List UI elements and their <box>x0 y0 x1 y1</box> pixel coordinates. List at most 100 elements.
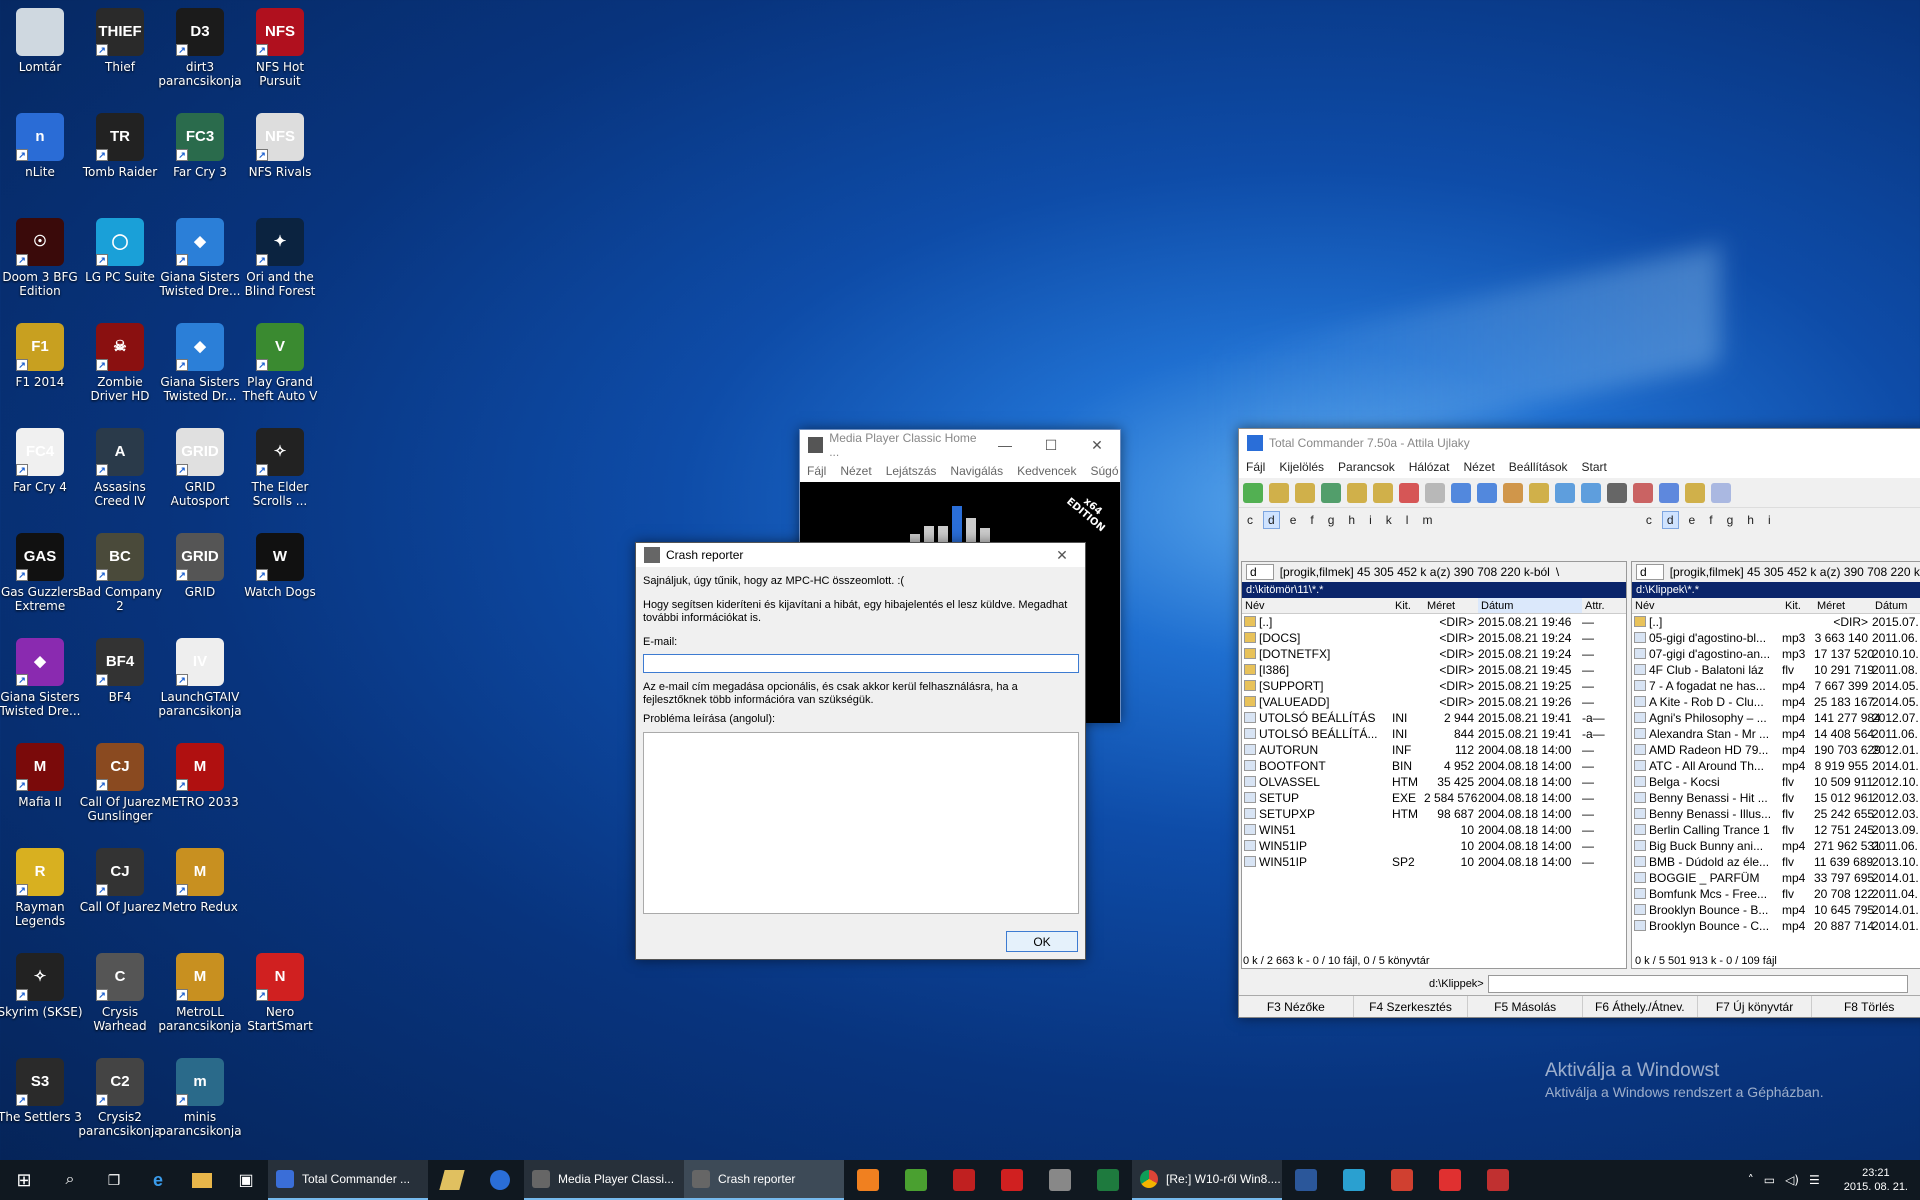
refresh-icon[interactable] <box>1330 1160 1378 1200</box>
toolbar-button-icon[interactable] <box>1295 482 1315 503</box>
explorer-icon[interactable] <box>180 1160 224 1200</box>
toolbar-button-icon[interactable] <box>1529 482 1549 503</box>
desktop-icon[interactable]: ✧ ↗ The Elder Scrolls ... <box>237 428 323 508</box>
start-button[interactable]: ⊞ <box>0 1160 48 1200</box>
desktop-icon[interactable]: NFS ↗ NFS Rivals <box>237 113 323 179</box>
pinned-app-icon[interactable] <box>428 1160 476 1200</box>
store-icon[interactable]: ▣ <box>224 1160 268 1200</box>
command-line-input[interactable] <box>1487 975 1908 993</box>
tc-titlebar[interactable]: Total Commander 7.50a - Attila Ujlaky <box>1239 429 1920 456</box>
chevron-up-icon[interactable]: ˄ <box>1748 1173 1754 1187</box>
file-row[interactable]: BMB - Dúdold az éle... flv 11 639 689 2013.… <box>1632 854 1920 870</box>
clock[interactable]: 23:21 2015. 08. 21. <box>1844 1166 1908 1194</box>
mpc-menu-item[interactable]: Navigálás <box>943 464 1010 478</box>
column-header[interactable]: Dátum <box>1478 598 1582 613</box>
drive-button-e[interactable]: e <box>1286 512 1301 528</box>
volume-icon[interactable]: ◁) <box>1785 1173 1799 1187</box>
file-row[interactable]: [..] <DIR> 2015.07. <box>1632 614 1920 630</box>
desktop-icon[interactable]: FC4 ↗ Far Cry 4 <box>0 428 83 494</box>
tc-menu-item[interactable]: Nézet <box>1456 460 1501 474</box>
file-row[interactable]: Belga - Kocsi flv 10 509 911 2012.10. <box>1632 774 1920 790</box>
taskbar-app-total-commander[interactable]: Total Commander ... <box>268 1160 428 1200</box>
close-icon[interactable]: ✕ <box>1074 437 1120 454</box>
file-row[interactable]: Benny Benassi - Illus... flv 25 242 655 201… <box>1632 806 1920 822</box>
function-key-button[interactable]: F7 Új könyvtár <box>1698 996 1813 1017</box>
file-row[interactable]: 4F Club - Balatoni láz flv 10 291 719 2011.… <box>1632 662 1920 678</box>
file-row[interactable]: [..] <DIR> 2015.08.21 19:46 — <box>1242 614 1626 630</box>
crash-reporter-dialog[interactable]: Crash reporter ✕ Sajnáljuk, úgy tűnik, h… <box>635 542 1086 960</box>
column-header[interactable]: Méret <box>1424 598 1478 613</box>
desktop-icon[interactable]: m ↗ minis parancsikonja <box>157 1058 243 1138</box>
drive-button-h[interactable]: h <box>1344 512 1359 528</box>
file-row[interactable]: Benny Benassi - Hit ... flv 15 012 961 2012… <box>1632 790 1920 806</box>
function-key-button[interactable]: F8 Törlés <box>1812 996 1920 1017</box>
aida64-icon[interactable] <box>940 1160 988 1200</box>
file-row[interactable]: 7 - A fogadat ne has... mp4 7 667 399 2014.… <box>1632 678 1920 694</box>
toolbar-button-icon[interactable] <box>1373 482 1393 503</box>
tc-menu-item[interactable]: Start <box>1575 460 1614 474</box>
file-row[interactable]: Agni's Philosophy – ... mp4 141 277 984 201… <box>1632 710 1920 726</box>
file-row[interactable]: 07-gigi d'agostino-an... mp3 17 137 520 201… <box>1632 646 1920 662</box>
desktop-icon[interactable]: R ↗ Rayman Legends <box>0 848 83 928</box>
toolbar-button-icon[interactable] <box>1633 482 1653 503</box>
file-row[interactable]: [I386] <DIR> 2015.08.21 19:45 — <box>1242 662 1626 678</box>
drive-button-h[interactable]: h <box>1743 512 1758 528</box>
toolbar-button-icon[interactable] <box>1243 482 1263 503</box>
drive-button-c[interactable]: c <box>1642 512 1656 528</box>
taskbar-app-mpc[interactable]: Media Player Classi... <box>524 1160 684 1200</box>
toolbar-button-icon[interactable] <box>1581 482 1601 503</box>
mpc-titlebar[interactable]: Media Player Classic Home ... — ☐ ✕ <box>800 430 1120 460</box>
drive-button-g[interactable]: g <box>1324 512 1339 528</box>
toolbar-button-icon[interactable] <box>1425 482 1445 503</box>
desktop-icon[interactable]: ✧ ↗ Skyrim (SKSE) <box>0 953 83 1019</box>
drive-button-i[interactable]: i <box>1764 512 1775 528</box>
download-icon[interactable] <box>1426 1160 1474 1200</box>
drive-button-i[interactable]: i <box>1365 512 1376 528</box>
column-header[interactable]: Név <box>1632 598 1782 613</box>
excel-icon[interactable] <box>1084 1160 1132 1200</box>
drive-button-d[interactable]: d <box>1661 511 1679 529</box>
toolbar-button-icon[interactable] <box>1269 482 1289 503</box>
desktop-icon[interactable]: GAS ↗ Gas Guzzlers Extreme <box>0 533 83 613</box>
desktop-icon[interactable]: ◯ ↗ LG PC Suite <box>77 218 163 284</box>
file-row[interactable]: UTOLSÓ BEÁLLÍTÁ... INI 844 2015.08.21 19:41… <box>1242 726 1626 742</box>
edge-icon[interactable]: e <box>136 1160 180 1200</box>
desktop-icon[interactable]: ◆ ↗ Giana Sisters Twisted Dre... <box>157 218 243 298</box>
problem-textarea[interactable] <box>643 732 1079 914</box>
maximize-icon[interactable]: ☐ <box>1028 437 1074 454</box>
desktop-icon[interactable]: A ↗ Assasins Creed IV <box>77 428 163 508</box>
taskbar-app-chrome[interactable]: [Re:] W10-ről Win8.... <box>1132 1160 1282 1200</box>
right-panel[interactable]: d [progik,filmek] 45 305 452 k a(z) 390 7… <box>1631 561 1920 969</box>
tc-menu-item[interactable]: Parancsok <box>1331 460 1402 474</box>
column-header[interactable]: Dátum <box>1872 598 1920 613</box>
desktop-icon[interactable]: F1 ↗ F1 2014 <box>0 323 83 389</box>
file-row[interactable]: Bomfunk Mcs - Free... flv 20 708 122 2011.0… <box>1632 886 1920 902</box>
file-row[interactable]: SETUP EXE 2 584 576 2004.08.18 14:00 — <box>1242 790 1626 806</box>
left-root-button[interactable]: \ <box>1556 565 1559 579</box>
file-row[interactable]: Berlin Calling Trance 1 flv 12 751 245 2013… <box>1632 822 1920 838</box>
left-panel[interactable]: d [progik,filmek] 45 305 452 k a(z) 390 7… <box>1241 561 1627 969</box>
mpc-menu-item[interactable]: Nézet <box>833 464 878 478</box>
desktop-icon[interactable]: FC3 ↗ Far Cry 3 <box>157 113 243 179</box>
left-drive-select[interactable]: d <box>1246 564 1274 580</box>
app-icon[interactable] <box>1474 1160 1522 1200</box>
crash-titlebar[interactable]: Crash reporter ✕ <box>636 543 1085 567</box>
right-drive-select[interactable]: d <box>1636 564 1664 580</box>
file-row[interactable]: SETUPXP HTM 98 687 2004.08.18 14:00 — <box>1242 806 1626 822</box>
toolbar-button-icon[interactable] <box>1321 482 1341 503</box>
network-icon[interactable]: ▭ <box>1764 1173 1775 1187</box>
toolbar-button-icon[interactable] <box>1399 482 1419 503</box>
task-view-icon[interactable]: ❐ <box>92 1160 136 1200</box>
desktop-icon[interactable]: ☉ ↗ Doom 3 BFG Edition <box>0 218 83 298</box>
desktop-icon[interactable]: BF4 ↗ BF4 <box>77 638 163 704</box>
file-row[interactable]: WIN51IP SP2 10 2004.08.18 14:00 — <box>1242 854 1626 870</box>
drive-button-k[interactable]: k <box>1382 512 1396 528</box>
desktop-icon[interactable]: ◆ ↗ Giana Sisters Twisted Dr... <box>157 323 243 403</box>
file-row[interactable]: Alexandra Stan - Mr ... mp4 14 408 564 2011… <box>1632 726 1920 742</box>
drive-button-d[interactable]: d <box>1263 511 1280 529</box>
app-icon[interactable] <box>988 1160 1036 1200</box>
desktop-icon[interactable]: M ↗ MetroLL parancsikonja <box>157 953 243 1033</box>
file-row[interactable]: 05-gigi d'agostino-bl... mp3 3 663 140 2011… <box>1632 630 1920 646</box>
desktop-icon[interactable]: Lomtár <box>0 8 83 74</box>
desktop-icon[interactable]: NFS ↗ NFS Hot Pursuit <box>237 8 323 88</box>
